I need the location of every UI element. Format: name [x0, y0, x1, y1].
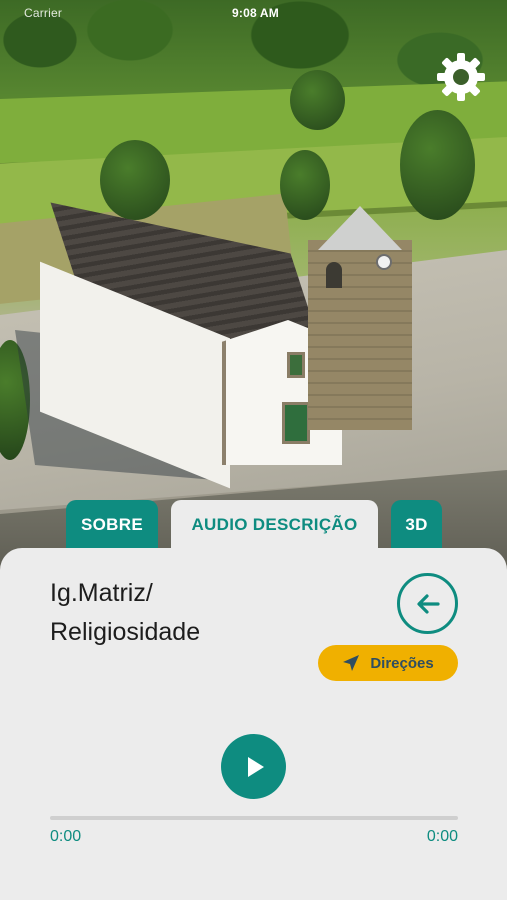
duration-time: 0:00: [426, 828, 458, 845]
audio-progress-bar[interactable]: [50, 816, 458, 820]
tab-sobre[interactable]: SOBRE: [66, 500, 158, 550]
arrow-left-icon: [416, 593, 440, 614]
play-icon: [247, 756, 264, 777]
status-carrier: Carrier: [24, 6, 63, 20]
status-time: 9:08 AM: [232, 6, 279, 20]
back-button[interactable]: [397, 573, 458, 634]
tab-3d[interactable]: 3D: [391, 500, 442, 550]
play-button[interactable]: [221, 734, 286, 799]
tab-3d-label: 3D: [405, 515, 428, 534]
navigation-arrow-icon: [343, 655, 360, 671]
gear-icon[interactable]: [434, 50, 488, 104]
directions-button[interactable]: Direções: [318, 645, 458, 681]
tab-sobre-label: SOBRE: [81, 515, 143, 534]
tab-audio-descricao-label: AUDIO DESCRIÇÃO: [191, 515, 358, 534]
current-time: 0:00: [50, 828, 82, 845]
place-title: Ig.Matriz/ Religiosidade: [50, 579, 201, 646]
directions-label: Direções: [370, 654, 434, 672]
tab-audio-descricao[interactable]: AUDIO DESCRIÇÃO: [171, 500, 378, 550]
hero-photo: [0, 0, 507, 580]
